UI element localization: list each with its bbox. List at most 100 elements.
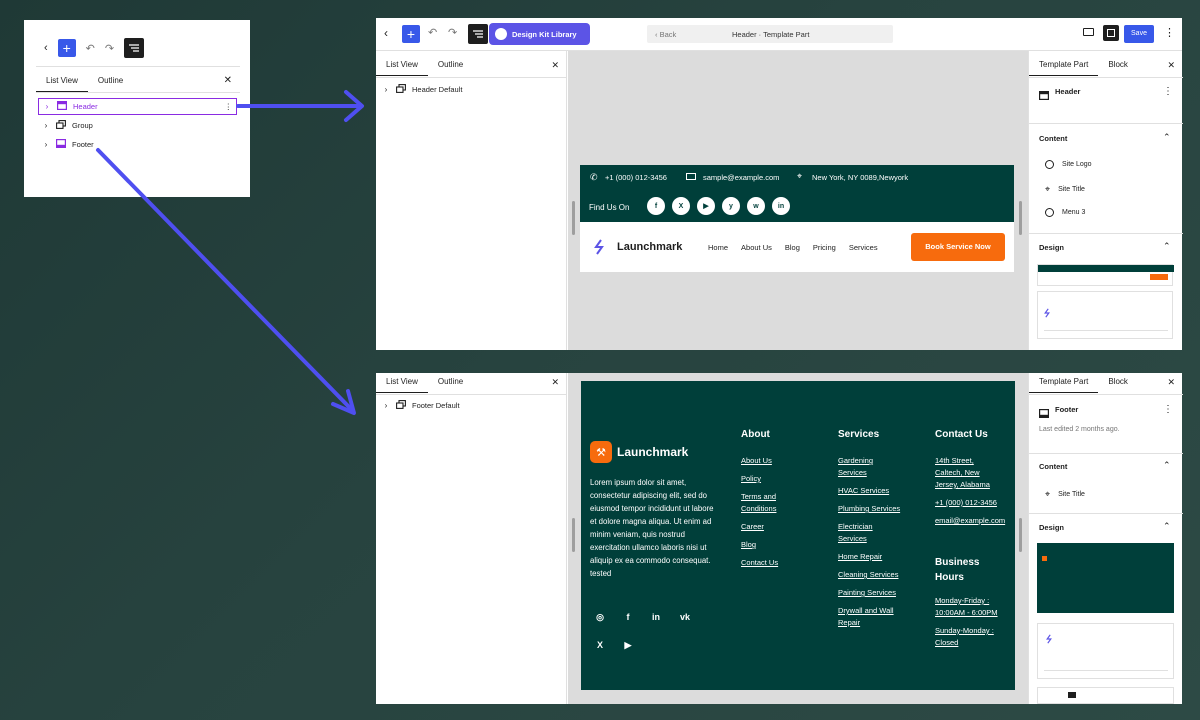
document-overview-button[interactable] [468,24,488,44]
tab-list-view[interactable]: List View [376,371,428,393]
content-item-site-title[interactable]: ⌖ Site Title [1045,184,1085,195]
footer-link-hvac[interactable]: HVAC Services [838,485,889,497]
design-section-title[interactable]: Design [1039,243,1064,252]
services-title: Services [838,429,880,440]
more-options-icon[interactable]: ⋮ [1163,86,1173,97]
content-item-label: Site Logo [1062,161,1092,168]
close-icon[interactable]: ✕ [551,54,567,76]
footer-link-about-us[interactable]: About Us [741,455,772,467]
footer-link-terms[interactable]: Terms and Conditions [741,491,789,515]
footer-link-career[interactable]: Career [741,521,764,533]
tab-outline[interactable]: Outline [428,371,473,393]
options-icon[interactable]: ⋮ [1164,26,1175,39]
footer-design-thumbnail-minimal[interactable] [1037,687,1174,704]
chevron-right-icon[interactable]: › [382,401,390,410]
linkedin-icon[interactable]: in [772,197,790,215]
book-service-button[interactable]: Book Service Now [911,233,1005,261]
contact-address[interactable]: 14th Street, Caltech, New Jersey, Alabam… [935,455,991,491]
resize-handle-right[interactable] [1019,518,1022,552]
map-marker-icon: ⌖ [1045,184,1051,194]
chevron-up-icon[interactable]: ⌃ [1163,241,1171,252]
back-link[interactable]: ‹ Back [655,30,676,39]
tab-template-part[interactable]: Template Part [1029,54,1099,76]
footer-link-blog[interactable]: Blog [741,539,756,551]
chevron-up-icon[interactable]: ⌃ [1163,132,1171,143]
footer-link-plumbing[interactable]: Plumbing Services [838,503,900,515]
x-twitter-icon[interactable]: X [592,637,608,653]
list-item-footer-default[interactable]: › Footer Default [382,397,460,414]
list-item-header-default[interactable]: › Header Default [382,81,462,98]
group-icon [396,84,406,95]
instagram-icon[interactable]: ◎ [592,609,608,625]
facebook-icon[interactable]: f [647,197,665,215]
footer-link-cleaning[interactable]: Cleaning Services [838,569,898,581]
facebook-icon[interactable]: f [620,609,636,625]
content-item-site-logo[interactable]: Site Logo [1045,160,1092,169]
header-location: New York, NY 0089,Newyork [812,173,909,182]
resize-handle-right[interactable] [1019,201,1022,235]
header-email: sample@example.com [703,173,780,182]
footer-design-thumbnail[interactable] [1037,543,1174,613]
resize-handle-left[interactable] [572,201,575,235]
youtube-icon[interactable]: ▶ [620,637,636,653]
vk-icon[interactable]: vk [677,609,693,625]
design-kit-icon [495,28,507,40]
close-icon[interactable]: ✕ [1167,54,1183,76]
tab-block[interactable]: Block [1098,371,1138,393]
content-section-title[interactable]: Content [1039,134,1067,143]
linkedin-icon[interactable]: in [648,609,664,625]
business-hours-weekend[interactable]: Sunday-Monday : Closed [935,625,1007,649]
header-design-thumbnail-alt[interactable] [1037,291,1173,339]
header-top-bar: ✆ +1 (000) 012-3456 sample@example.com ⌖… [580,165,1014,222]
footer-link-painting[interactable]: Painting Services [838,587,896,599]
content-item-menu[interactable]: Menu 3 [1045,208,1085,217]
footer-link-policy[interactable]: Policy [741,473,761,485]
contact-phone[interactable]: +1 (000) 012-3456 [935,497,997,509]
save-button[interactable]: Save [1124,25,1154,43]
chevron-right-icon[interactable]: › [382,85,390,94]
tab-list-view[interactable]: List View [376,54,428,76]
settings-sidebar-toggle[interactable] [1103,25,1119,41]
header-design-thumbnail[interactable] [1037,264,1174,286]
close-icon[interactable]: ✕ [1167,371,1183,393]
close-icon[interactable]: ✕ [551,371,567,393]
contact-email[interactable]: email@example.com [935,515,1007,527]
x-twitter-icon[interactable]: X [672,197,690,215]
content-item-site-title[interactable]: ⌖ Site Title [1045,489,1085,500]
design-section-title[interactable]: Design [1039,523,1064,532]
tab-outline[interactable]: Outline [428,54,473,76]
undo-icon[interactable]: ↶ [428,26,437,39]
document-bar[interactable]: ‹ Back Header · Template Part [647,25,893,43]
resize-handle-left[interactable] [572,518,575,552]
yelp-icon[interactable]: y [722,197,740,215]
footer-link-contact[interactable]: Contact Us [741,557,778,569]
block-name: Footer [1055,405,1079,414]
tab-block[interactable]: Block [1098,54,1138,76]
youtube-icon[interactable]: ▶ [697,197,715,215]
footer-brand-name[interactable]: Launchmark [617,445,688,459]
phone-icon: ✆ [590,172,598,182]
tab-template-part[interactable]: Template Part [1029,371,1099,393]
whatsapp-icon[interactable]: w [747,197,765,215]
footer-design-thumbnail-alt[interactable] [1037,623,1174,679]
nav-about[interactable]: About Us [741,243,772,252]
nav-blog[interactable]: Blog [785,243,800,252]
design-kit-library-button[interactable]: Design Kit Library [489,23,590,45]
chevron-up-icon[interactable]: ⌃ [1163,521,1171,532]
footer-link-drywall[interactable]: Drywall and Wall Repair [838,605,904,629]
brand-name[interactable]: Launchmark [617,241,682,253]
nav-services[interactable]: Services [849,243,878,252]
footer-link-electrician[interactable]: Electrician Services [838,521,882,545]
back-chevron-icon[interactable]: ‹ [384,26,388,40]
footer-link-gardening[interactable]: Gardening Services [838,455,884,479]
nav-home[interactable]: Home [708,243,728,252]
preview-device-icon[interactable] [1083,28,1094,36]
chevron-up-icon[interactable]: ⌃ [1163,460,1171,471]
nav-pricing[interactable]: Pricing [813,243,836,252]
more-options-icon[interactable]: ⋮ [1163,404,1173,415]
content-section-title[interactable]: Content [1039,462,1067,471]
add-block-button[interactable]: + [402,25,420,43]
redo-icon[interactable]: ↷ [448,26,457,39]
business-hours-weekday[interactable]: Monday-Friday : 10:00AM - 6:00PM [935,595,1011,619]
footer-link-home-repair[interactable]: Home Repair [838,551,882,563]
